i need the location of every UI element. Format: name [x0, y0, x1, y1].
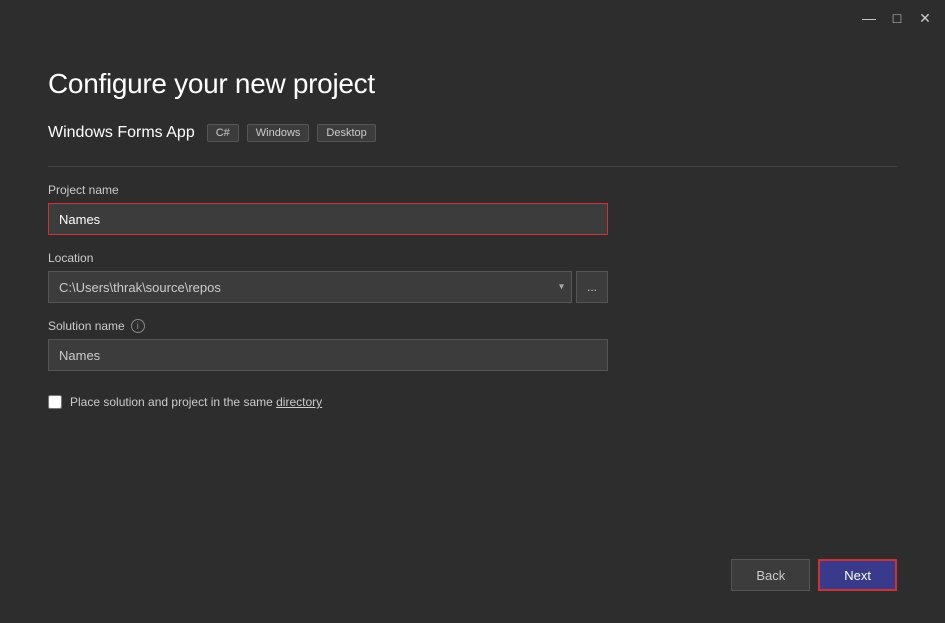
- same-directory-row: Place solution and project in the same d…: [48, 395, 897, 409]
- solution-name-input[interactable]: [48, 339, 608, 371]
- browse-button[interactable]: ...: [576, 271, 608, 303]
- page-title: Configure your new project: [48, 68, 897, 100]
- location-label: Location: [48, 251, 897, 265]
- project-name-group: Project name: [48, 183, 897, 235]
- back-button[interactable]: Back: [731, 559, 810, 591]
- app-type-name: Windows Forms App: [48, 124, 195, 142]
- main-content: Configure your new project Windows Forms…: [0, 36, 945, 623]
- app-type-row: Windows Forms App C# Windows Desktop: [48, 124, 897, 142]
- spacer: [48, 409, 897, 559]
- solution-name-group: Solution name i: [48, 319, 897, 371]
- divider: [48, 166, 897, 167]
- project-name-label: Project name: [48, 183, 897, 197]
- location-select[interactable]: C:\Users\thrak\source\repos: [48, 271, 572, 303]
- same-directory-label: Place solution and project in the same d…: [70, 395, 322, 409]
- tag-desktop: Desktop: [317, 124, 375, 142]
- project-name-input[interactable]: [48, 203, 608, 235]
- configure-project-window: — □ ✕ Configure your new project Windows…: [0, 0, 945, 623]
- info-icon[interactable]: i: [131, 319, 145, 333]
- solution-label-row: Solution name i: [48, 319, 897, 333]
- minimize-button[interactable]: —: [861, 10, 877, 26]
- directory-underline: directory: [276, 395, 322, 409]
- maximize-button[interactable]: □: [889, 10, 905, 26]
- tag-csharp: C#: [207, 124, 239, 142]
- tag-windows: Windows: [247, 124, 310, 142]
- location-select-wrapper: C:\Users\thrak\source\repos ▾: [48, 271, 572, 303]
- title-bar: — □ ✕: [0, 0, 945, 36]
- same-directory-checkbox[interactable]: [48, 395, 62, 409]
- footer: Back Next: [48, 559, 897, 599]
- close-button[interactable]: ✕: [917, 10, 933, 26]
- location-group: Location C:\Users\thrak\source\repos ▾ .…: [48, 251, 897, 303]
- solution-name-label: Solution name: [48, 319, 125, 333]
- location-row: C:\Users\thrak\source\repos ▾ ...: [48, 271, 608, 303]
- next-button[interactable]: Next: [818, 559, 897, 591]
- form-section: Project name Location C:\Users\thrak\sou…: [48, 183, 897, 409]
